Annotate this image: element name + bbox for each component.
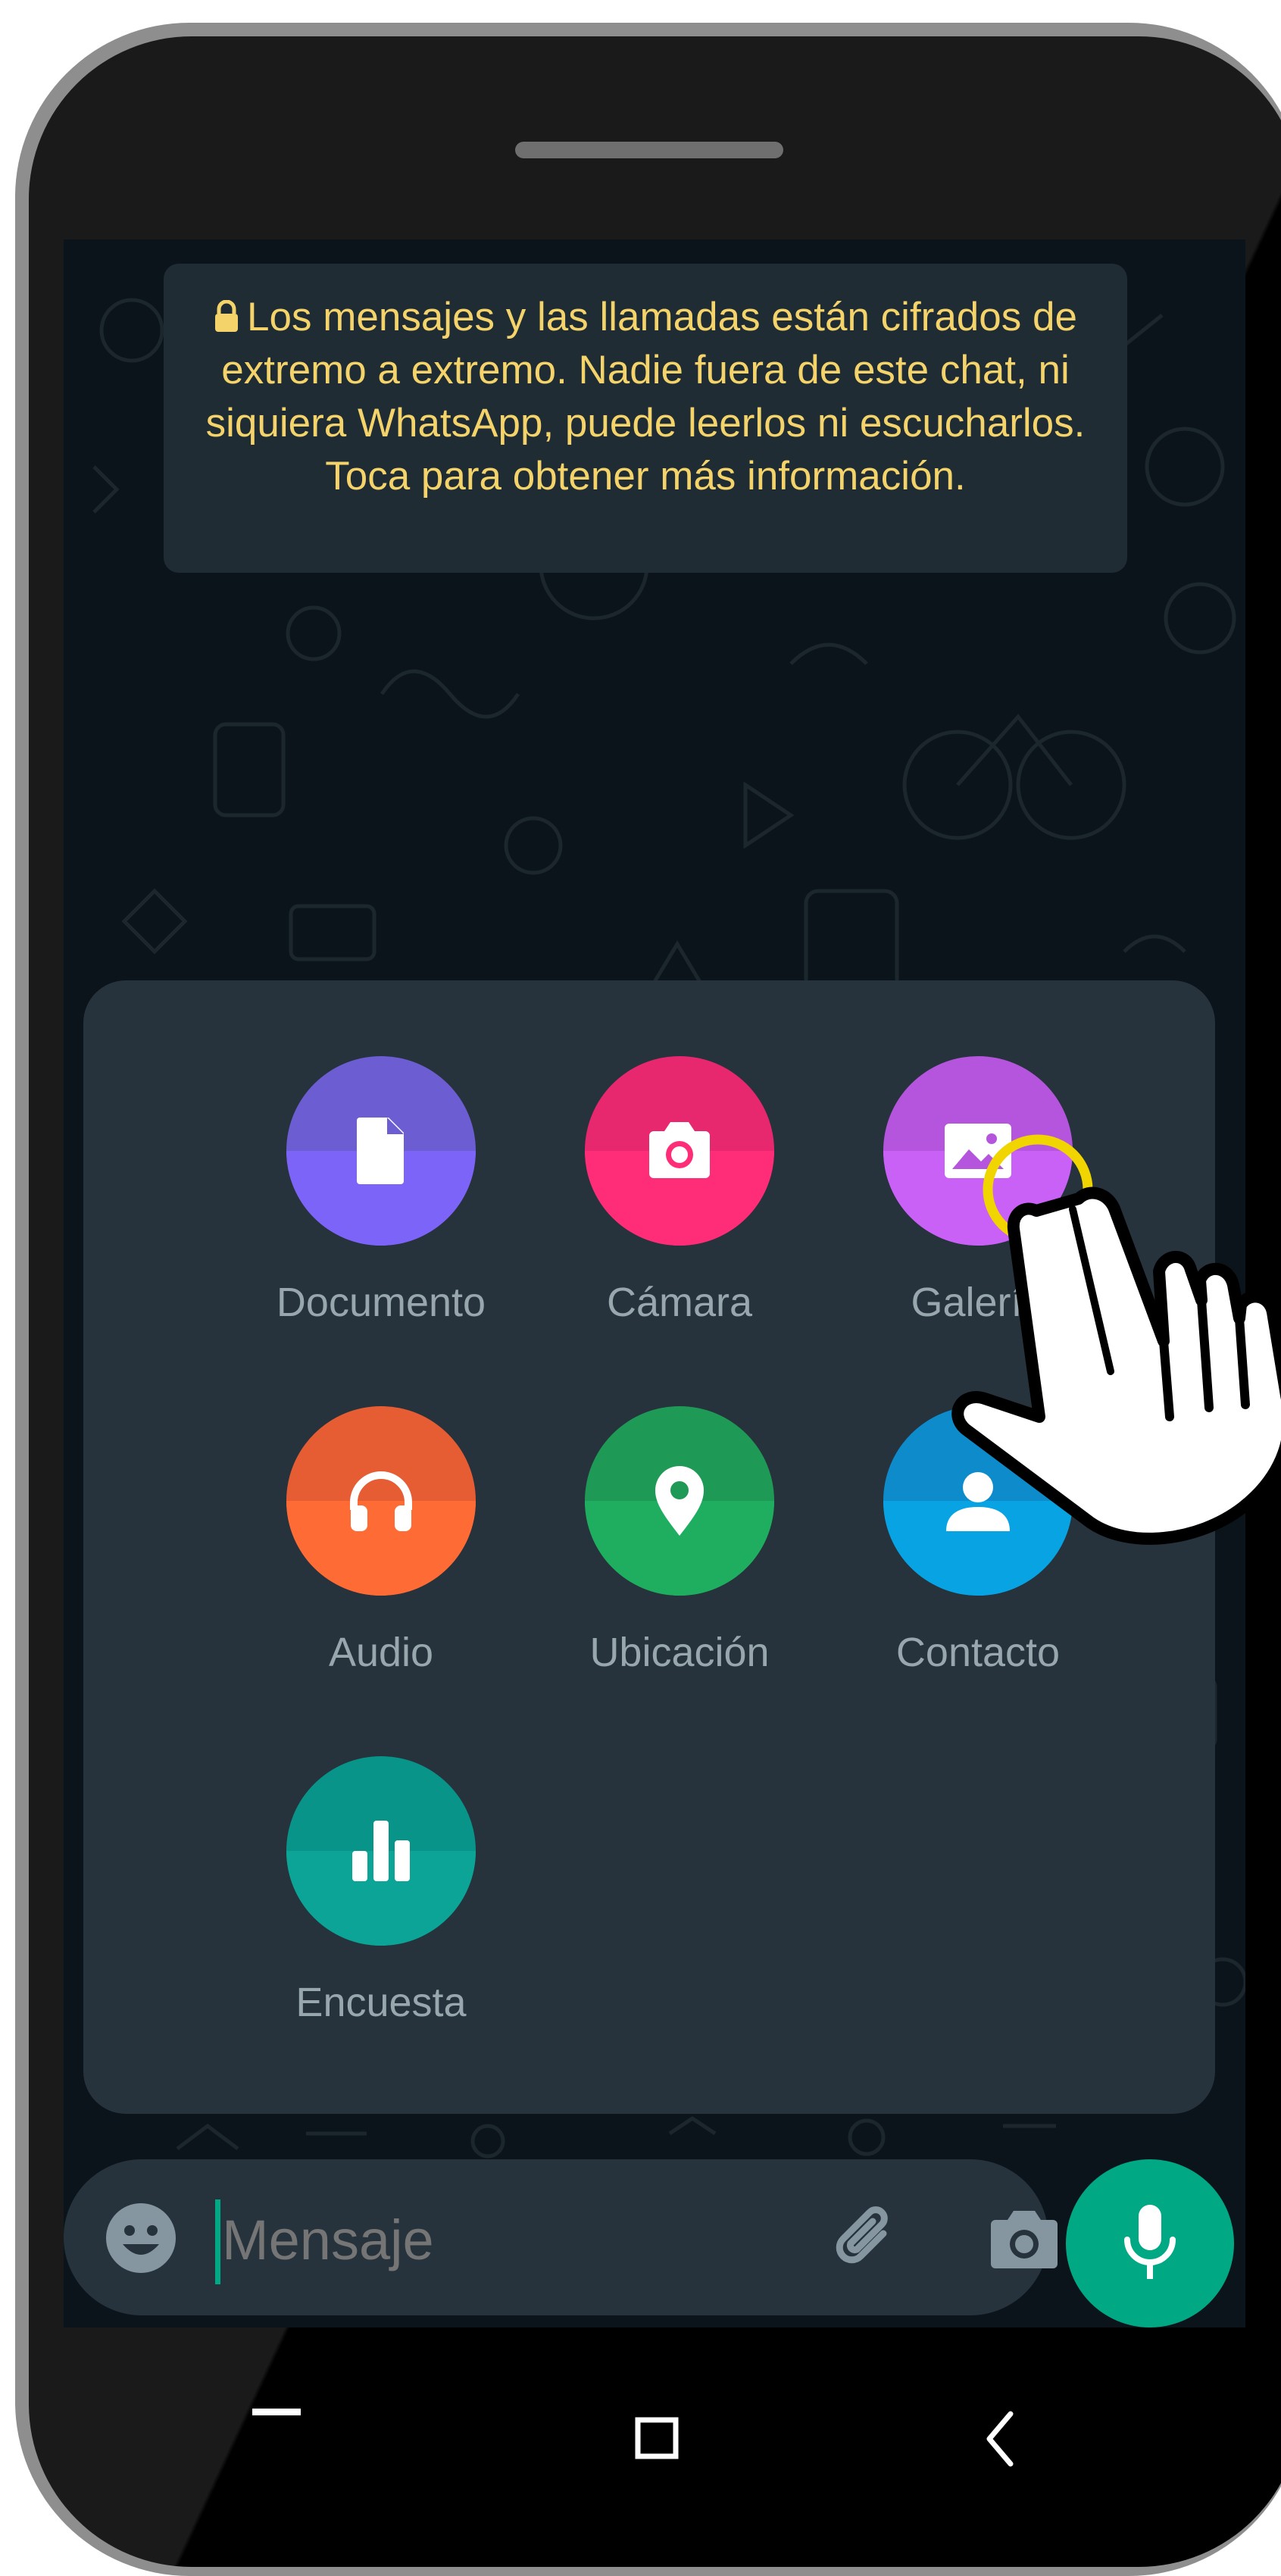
attach-option-camera[interactable]: Cámara (536, 1056, 823, 1359)
pointer-hand-icon (951, 1186, 1281, 1545)
message-composer (64, 2159, 1058, 2315)
back-icon[interactable] (985, 2411, 1015, 2467)
home-icon[interactable] (635, 2417, 679, 2459)
document-icon (357, 1118, 404, 1184)
recent-apps-icon[interactable] (252, 2407, 301, 2418)
attach-option-audio[interactable]: Audio (237, 1406, 525, 1709)
camera-button[interactable] (585, 1056, 774, 1246)
camera-icon (649, 1122, 710, 1178)
attach-option-poll[interactable]: Encuesta (237, 1756, 525, 2059)
paperclip-icon[interactable] (830, 2200, 906, 2276)
microphone-icon (1124, 2205, 1176, 2279)
encryption-notice[interactable]: Los mensajes y las llamadas están cifrad… (164, 264, 1127, 573)
poll-icon (352, 1821, 410, 1881)
attach-option-label: Audio (328, 1630, 434, 1675)
camera-icon[interactable] (986, 2202, 1062, 2274)
text-cursor (215, 2199, 220, 2284)
audio-button[interactable] (286, 1406, 476, 1596)
encryption-notice-text: Los mensajes y las llamadas están cifrad… (205, 295, 1086, 499)
poll-button[interactable] (286, 1756, 476, 1946)
document-button[interactable] (286, 1056, 476, 1246)
attach-option-document[interactable]: Documento (237, 1056, 525, 1359)
location-pin-icon (655, 1466, 704, 1536)
attach-option-location[interactable]: Ubicación (536, 1406, 823, 1709)
attach-option-label: Contacto (895, 1630, 1061, 1675)
phone-speaker (515, 142, 783, 158)
pointing-hand-overlay (951, 1134, 1281, 1545)
location-button[interactable] (585, 1406, 774, 1596)
attach-option-label: Ubicación (589, 1630, 770, 1675)
attach-option-label: Encuesta (295, 1980, 467, 2025)
lock-icon (215, 300, 239, 332)
emoji-icon[interactable] (105, 2202, 177, 2274)
attach-option-label: Cámara (606, 1280, 753, 1325)
message-input[interactable] (220, 2190, 739, 2290)
headphones-icon (350, 1471, 412, 1531)
attach-option-label: Documento (276, 1280, 486, 1325)
voice-message-button[interactable] (1066, 2159, 1234, 2327)
